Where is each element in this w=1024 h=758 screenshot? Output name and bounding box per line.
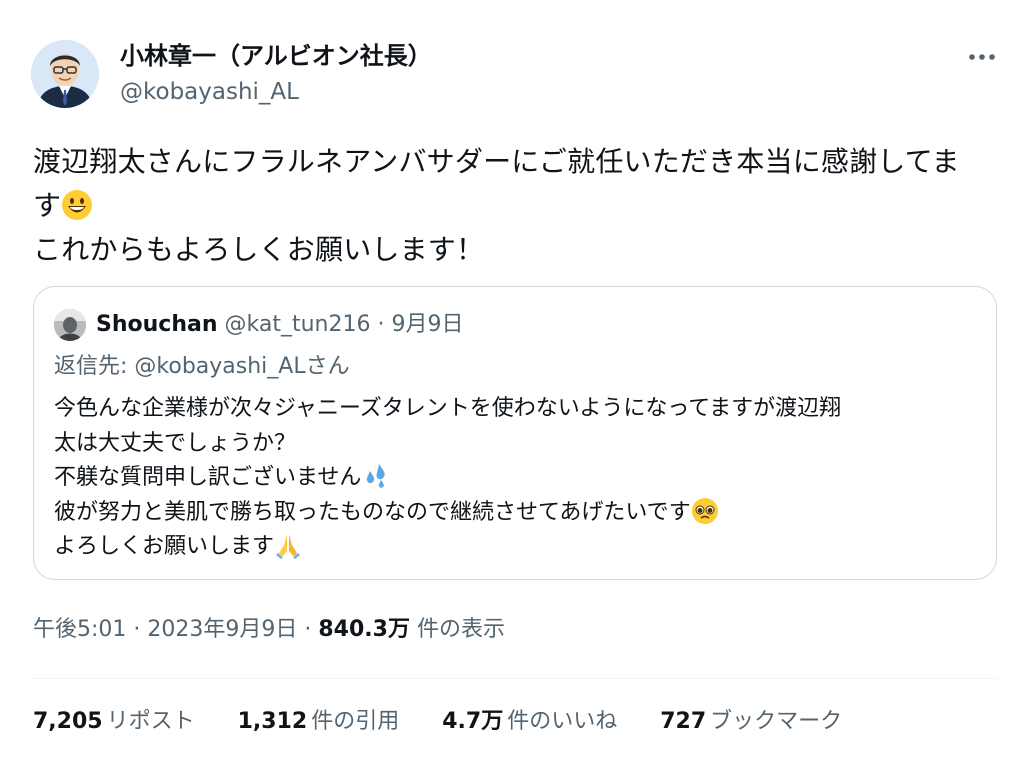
sweat-droplets-emoji-icon <box>367 464 386 488</box>
tweet-time[interactable]: 午後5:01 <box>33 617 126 642</box>
divider <box>33 678 997 679</box>
quoted-separator: · <box>377 312 385 337</box>
tweet-text-line-with-emoji: す <box>33 184 993 228</box>
quoted-text-line-with-emoji: よろしくお願いします <box>54 530 841 565</box>
quote-stat[interactable]: 1,312 件の引用 <box>238 706 400 738</box>
author-handle[interactable]: @kobayashi_AL <box>120 77 299 107</box>
tweet-detail: 小林章一（アルビオン社長） @kobayashi_AL 渡辺翔太さんにフラルネア… <box>0 0 1024 758</box>
view-label: 件の表示 <box>409 617 505 642</box>
meta-separator: · <box>297 617 319 642</box>
tweet-date[interactable]: 2023年9月9日 <box>147 617 297 642</box>
author-avatar[interactable] <box>31 40 99 108</box>
quoted-handle[interactable]: @kat_tun216 <box>225 312 371 337</box>
tweet-meta: 午後5:01 · 2023年9月9日 · 840.3万 件の表示 <box>33 614 505 646</box>
quoted-reply-to: 返信先: @kobayashi_ALさん <box>54 351 350 383</box>
bookmark-count: 727 <box>660 709 707 734</box>
meta-separator: · <box>126 617 148 642</box>
reply-to-suffix: さん <box>305 354 350 379</box>
bookmark-label: ブックマーク <box>710 709 843 734</box>
tweet-text-line: これからもよろしくお願いします！ <box>33 233 485 266</box>
quoted-author-avatar[interactable] <box>54 309 86 341</box>
quoted-date[interactable]: 9月9日 <box>391 312 463 337</box>
avatar-image <box>31 40 99 108</box>
quoted-text-line: 太は大丈夫でしょうか？ <box>54 430 297 456</box>
reply-to-handle[interactable]: @kobayashi_AL <box>134 354 305 379</box>
reply-to-prefix: 返信先: <box>54 354 135 379</box>
repost-label: リポスト <box>106 709 195 734</box>
grinning-face-emoji-icon <box>62 190 93 220</box>
quoted-text-line-with-emoji: 彼が努力と美肌で勝ち取ったものなので継続させてあげたいです <box>54 496 841 531</box>
tweet-text: 渡辺翔太さんにフラルネアンバサダーにご就任いただき本当に感謝してま す これから… <box>33 140 993 272</box>
quoted-header: Shouchan @kat_tun216 · 9月9日 <box>96 309 463 341</box>
more-options-button[interactable] <box>960 42 1004 72</box>
quoted-avatar-image <box>54 309 86 341</box>
like-label: 件のいいね <box>507 709 618 734</box>
quoted-text: 今色んな企業様が次々ジャニーズタレントを使わないようになってますが渡辺翔 太は大… <box>54 392 841 565</box>
quote-label: 件の引用 <box>311 709 400 734</box>
like-count: 4.7万 <box>442 709 504 734</box>
quoted-display-name[interactable]: Shouchan <box>96 312 218 337</box>
bookmark-stat[interactable]: 727 ブックマーク <box>660 706 842 738</box>
quoted-text-line-with-emoji: 不躾な質問申し訳ございません <box>54 461 841 496</box>
quoted-text-fragment: 不躾な質問申し訳ございません <box>54 465 362 490</box>
quote-count: 1,312 <box>237 709 308 734</box>
tweet-text-line: 渡辺翔太さんにフラルネアンバサダーにご就任いただき本当に感謝してま <box>33 145 960 178</box>
quoted-text-line: 今色んな企業様が次々ジャニーズタレントを使わないようになってますが渡辺翔 <box>54 396 842 421</box>
tweet-text-fragment: す <box>33 189 62 222</box>
repost-stat[interactable]: 7,205 リポスト <box>33 706 195 738</box>
engagement-stats: 7,205 リポスト 1,312 件の引用 4.7万 件のいいね 727 ブックマーク <box>33 706 878 738</box>
quoted-text-fragment: よろしくお願いします <box>54 534 275 559</box>
like-stat[interactable]: 4.7万 件のいいね <box>442 706 617 738</box>
more-horizontal-icon <box>969 54 995 60</box>
quoted-tweet[interactable]: Shouchan @kat_tun216 · 9月9日 返信先: @kobaya… <box>33 286 997 580</box>
repost-count: 7,205 <box>33 709 103 734</box>
author-display-name[interactable]: 小林章一（アルビオン社長） <box>120 41 432 71</box>
view-count: 840.3万 <box>318 617 410 642</box>
quoted-text-fragment: 彼が努力と美肌で勝ち取ったものなので継続させてあげたいです <box>54 499 691 525</box>
pleading-face-emoji-icon <box>691 497 718 524</box>
folded-hands-emoji-icon <box>276 534 301 559</box>
